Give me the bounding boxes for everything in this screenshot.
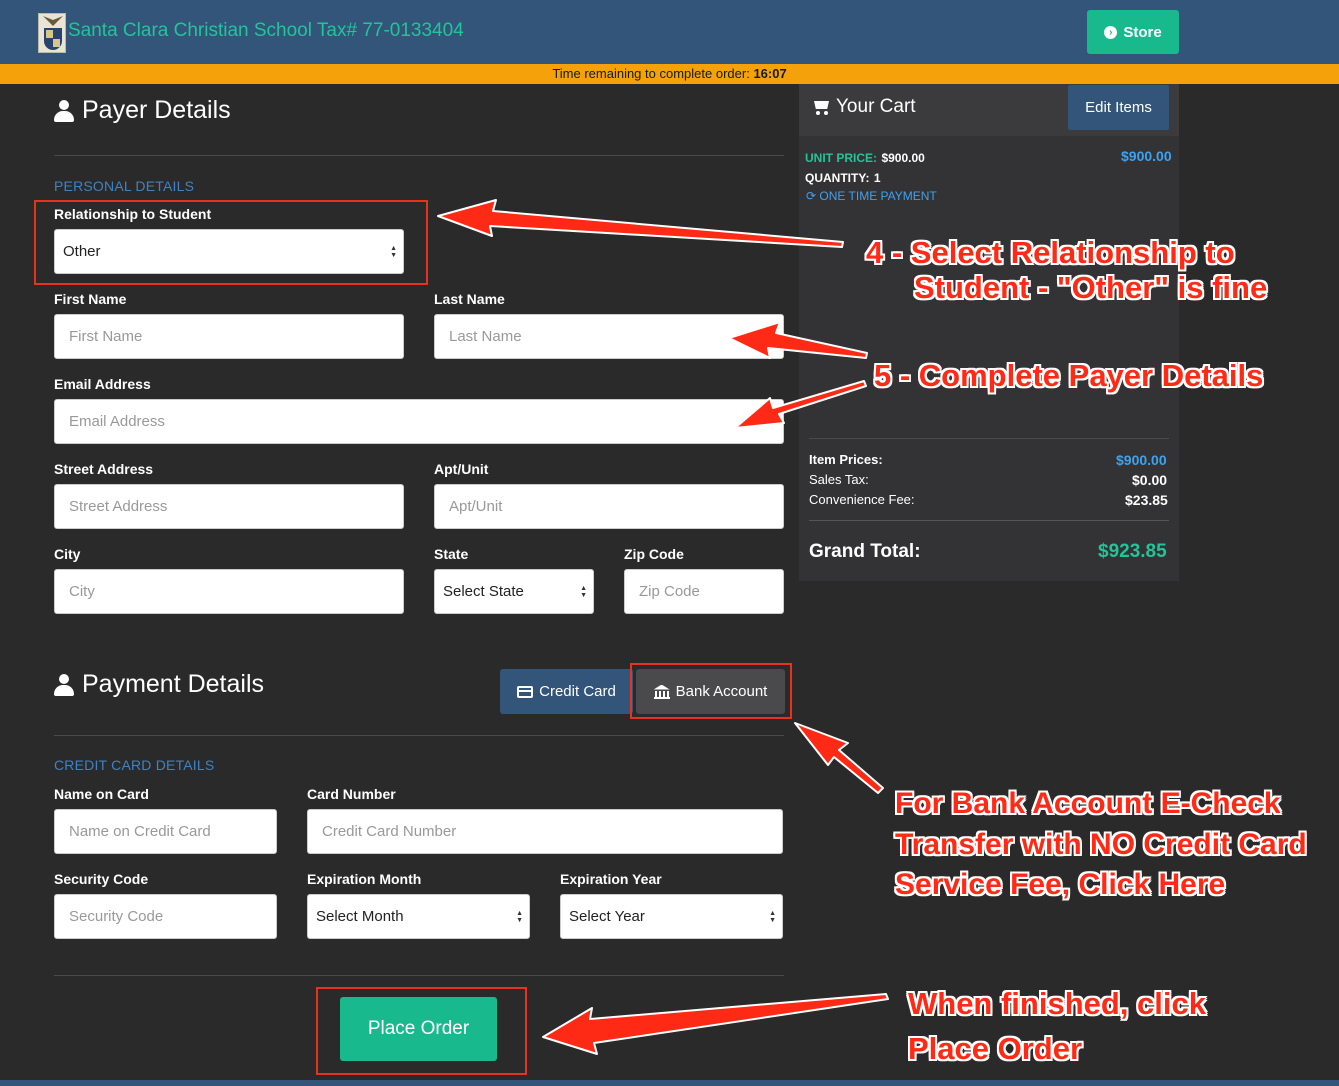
expiration-year-value: Select Year — [569, 908, 645, 925]
annotation-bank-line3: Service Fee, Click Here — [895, 868, 1226, 901]
annotation-step-4-line2: Student - "Other" is fine — [914, 269, 1268, 305]
edit-items-button[interactable]: Edit Items — [1068, 85, 1169, 130]
card-number-input[interactable]: Credit Card Number — [307, 809, 783, 854]
arrow-circle-icon: › — [1104, 25, 1118, 39]
apt-label: Apt/Unit — [434, 461, 489, 477]
highlight-box-place-order — [316, 987, 527, 1075]
credit-card-details-label: CREDIT CARD DETAILS — [54, 757, 215, 773]
credit-card-tab-label: Credit Card — [539, 683, 616, 700]
arrow-to-relationship — [437, 199, 844, 248]
state-select[interactable]: Select State ▲ ▼ — [434, 569, 594, 614]
item-prices-label: Item Prices: — [809, 452, 883, 467]
store-button-label: Store — [1123, 23, 1162, 41]
annotation-bank-account: For Bank Account E-Check Transfer with N… — [895, 784, 1307, 906]
card-number-label: Card Number — [307, 786, 396, 802]
grand-total-value: $923.85 — [1098, 541, 1167, 562]
divider — [809, 520, 1169, 521]
name-on-card-label: Name on Card — [54, 786, 149, 802]
annotation-step-4: 4 - Select Relationship to Student - "Ot… — [866, 235, 1268, 305]
state-select-value: Select State — [443, 583, 524, 600]
security-code-input[interactable]: Security Code — [54, 894, 277, 939]
highlight-box-bank — [630, 663, 792, 719]
payer-details-heading: Payer Details — [54, 96, 231, 125]
street-label: Street Address — [54, 461, 154, 477]
annotation-step-5: 5 - Complete Payer Details — [874, 358, 1264, 393]
quantity-label: QUANTITY: — [805, 171, 870, 185]
sales-tax-value: $0.00 — [1132, 472, 1168, 488]
cart-title: Your Cart — [812, 96, 916, 118]
email-label: Email Address — [54, 376, 151, 392]
quantity-value: 1 — [873, 171, 881, 185]
city-label: City — [54, 546, 81, 562]
order-timer-bar: Time remaining to complete order: 16:07 — [0, 64, 1339, 84]
payment-details-title: Payment Details — [82, 670, 265, 698]
divider — [54, 155, 784, 156]
state-label: State — [434, 546, 469, 562]
unit-price-row: UNIT PRICE: $900.00 — [805, 149, 925, 167]
select-arrows-icon: ▲ ▼ — [516, 909, 523, 924]
first-name-label: First Name — [54, 291, 127, 307]
store-button[interactable]: › Store — [1087, 10, 1179, 54]
unit-price-label: UNIT PRICE: — [805, 151, 877, 165]
expiration-month-value: Select Month — [316, 908, 404, 925]
select-arrows-icon: ▲ ▼ — [769, 909, 776, 924]
timer-value: 16:07 — [753, 66, 787, 81]
line-total: $900.00 — [1121, 148, 1172, 164]
zip-label: Zip Code — [624, 546, 684, 562]
sales-tax-label: Sales Tax: — [809, 472, 869, 487]
payment-type-label: ONE TIME PAYMENT — [819, 189, 937, 203]
divider — [54, 735, 784, 736]
unit-price-value: $900.00 — [881, 151, 925, 165]
credit-card-tab[interactable]: Credit Card — [500, 669, 633, 714]
payment-details-heading: Payment Details — [54, 670, 264, 699]
timer-label: Time remaining to complete order: — [552, 66, 750, 81]
personal-details-label: PERSONAL DETAILS — [54, 178, 195, 194]
school-logo[interactable] — [38, 13, 66, 53]
name-on-card-input[interactable]: Name on Credit Card — [54, 809, 277, 854]
security-code-label: Security Code — [54, 871, 149, 887]
item-prices-value: $900.00 — [1116, 452, 1167, 468]
cart-title-text: Your Cart — [836, 96, 916, 117]
annotation-bank-line1: For Bank Account E-Check — [895, 787, 1281, 820]
annotation-step-4-line1: 4 - Select Relationship to — [866, 235, 1235, 270]
apt-input[interactable]: Apt/Unit — [434, 484, 784, 529]
refresh-icon: ⟳ — [806, 189, 817, 203]
footer-strip — [0, 1080, 1339, 1086]
last-name-label: Last Name — [434, 291, 505, 307]
payer-details-title: Payer Details — [82, 96, 231, 124]
shopping-cart-icon — [812, 99, 830, 115]
grand-total-label: Grand Total: — [809, 541, 921, 562]
arrow-to-bank-tab — [794, 722, 884, 794]
last-name-input[interactable]: Last Name — [434, 314, 784, 359]
user-icon — [54, 99, 74, 122]
expiration-month-label: Expiration Month — [307, 871, 422, 887]
credit-card-icon — [517, 685, 534, 698]
site-title[interactable]: Santa Clara Christian School Tax# 77-013… — [68, 20, 464, 42]
quantity-row: QUANTITY: 1 — [805, 169, 881, 187]
annotation-bank-line2: Transfer with NO Credit Card — [895, 827, 1307, 861]
divider — [54, 975, 784, 976]
expiration-year-label: Expiration Year — [560, 871, 662, 887]
annotation-finish-line2: Place Order — [908, 1030, 1083, 1066]
payment-type-row: ⟳ ONE TIME PAYMENT — [806, 189, 937, 203]
annotation-finish-line1: When finished, click — [908, 986, 1206, 1021]
expiration-year-select[interactable]: Select Year ▲ ▼ — [560, 894, 783, 939]
divider — [809, 438, 1169, 439]
arrow-to-place-order — [542, 993, 889, 1055]
email-input[interactable]: Email Address — [54, 399, 784, 444]
highlight-box-relationship — [34, 200, 428, 285]
city-input[interactable]: City — [54, 569, 404, 614]
expiration-month-select[interactable]: Select Month ▲ ▼ — [307, 894, 530, 939]
first-name-input[interactable]: First Name — [54, 314, 404, 359]
annotation-place-order: When finished, click Place Order — [908, 982, 1206, 1072]
convenience-fee-label: Convenience Fee: — [809, 492, 915, 507]
user-icon — [54, 673, 74, 696]
street-input[interactable]: Street Address — [54, 484, 404, 529]
select-arrows-icon: ▲ ▼ — [580, 584, 587, 599]
convenience-fee-value: $23.85 — [1125, 492, 1168, 508]
zip-input[interactable]: Zip Code — [624, 569, 784, 614]
